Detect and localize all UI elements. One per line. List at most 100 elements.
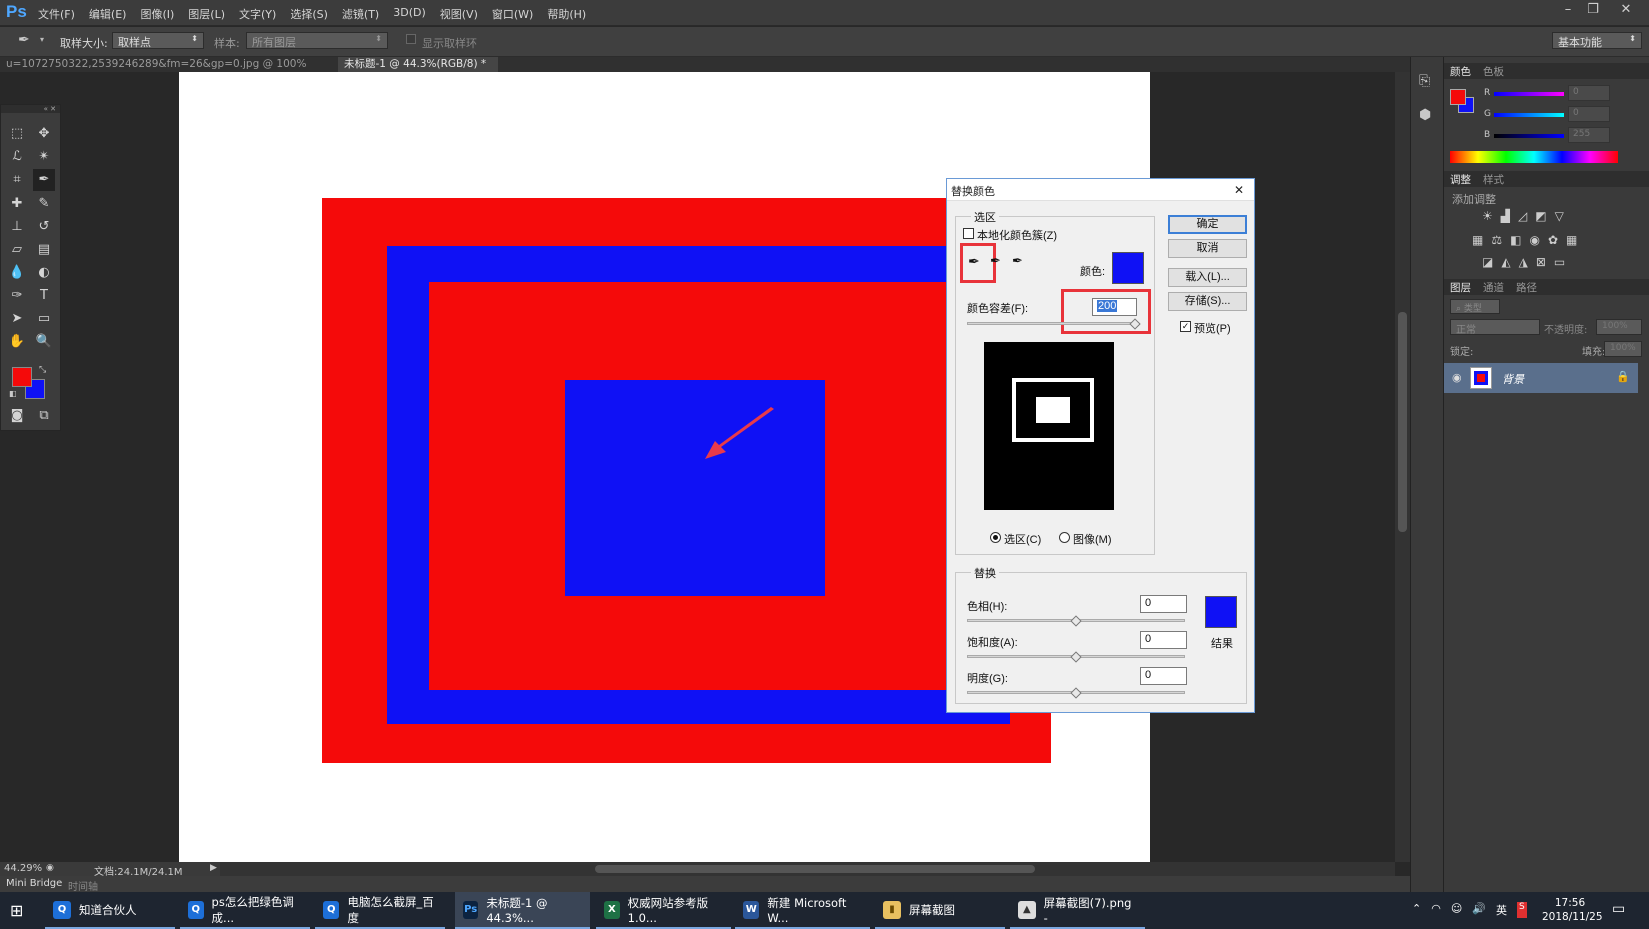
bw-icon[interactable]: ◧ <box>1510 233 1521 247</box>
color-lookup-icon[interactable]: ▦ <box>1566 233 1577 247</box>
crop-tool-icon[interactable]: ⌗ <box>6 169 28 191</box>
blur-tool-icon[interactable]: 💧 <box>6 262 28 284</box>
tab-paths[interactable]: 路径 <box>1516 280 1537 295</box>
vibrance-icon[interactable]: ▽ <box>1555 209 1564 223</box>
restore-icon[interactable]: ❐ <box>1582 2 1604 20</box>
menu-image[interactable]: 图像(I) <box>140 6 174 22</box>
r-input[interactable]: 0 <box>1568 85 1610 101</box>
layer-kind-filter[interactable]: ⌕ 类型 <box>1450 299 1500 314</box>
b-input[interactable]: 255 <box>1568 127 1610 143</box>
preview-checkbox[interactable]: ✓ <box>1180 321 1191 332</box>
history-brush-tool-icon[interactable]: ↺ <box>33 216 55 238</box>
sogou-ime-icon[interactable]: S <box>1517 902 1527 918</box>
tab-channels[interactable]: 通道 <box>1483 280 1504 295</box>
magic-wand-tool-icon[interactable]: ✴ <box>33 146 55 168</box>
swap-colors-icon[interactable]: ⤡ <box>39 365 46 375</box>
menu-3d[interactable]: 3D(D) <box>393 6 426 22</box>
tab-adjustments[interactable]: 调整 <box>1450 172 1471 187</box>
volume-icon[interactable]: 🔊 <box>1472 902 1486 918</box>
sample-select[interactable]: 所有图层 ⬍ <box>246 32 388 49</box>
ok-button[interactable]: 确定 <box>1168 215 1247 234</box>
close-icon[interactable]: ✕ <box>1615 2 1637 20</box>
color-ramp[interactable] <box>1450 151 1618 163</box>
eyedropper-plus-icon[interactable]: ✒ <box>990 253 1001 269</box>
dodge-tool-icon[interactable]: ◐ <box>33 262 55 284</box>
taskbar-item-1[interactable]: Q 知道合伙人 <box>45 892 175 929</box>
vertical-scroll-thumb[interactable] <box>1398 312 1407 532</box>
b-slider[interactable] <box>1494 134 1564 138</box>
lightness-input[interactable]: 0 <box>1140 667 1187 685</box>
history-panel-icon[interactable]: ⎘ <box>1419 73 1430 89</box>
menu-layer[interactable]: 图层(L) <box>188 6 225 22</box>
g-input[interactable]: 0 <box>1568 106 1610 122</box>
menu-view[interactable]: 视图(V) <box>440 6 478 22</box>
hue-sat-icon[interactable]: ▦ <box>1472 233 1483 247</box>
mini-bridge-tab[interactable]: Mini Bridge <box>6 878 62 889</box>
pen-tool-icon[interactable]: ✑ <box>6 285 28 307</box>
tab-layers[interactable]: 图层 <box>1450 280 1471 295</box>
selective-color-icon[interactable]: ⊠ <box>1536 255 1546 269</box>
brush-tool-icon[interactable]: ✎ <box>33 193 55 215</box>
ime-lang[interactable]: 英 <box>1496 902 1507 918</box>
menu-type[interactable]: 文字(Y) <box>239 6 276 22</box>
menu-edit[interactable]: 编辑(E) <box>89 6 127 22</box>
blend-mode-select[interactable]: 正常 <box>1450 319 1540 336</box>
status-icon[interactable]: ◉ <box>46 863 54 873</box>
tab-document-2[interactable]: 未标题-1 @ 44.3%(RGB/8) * × <box>338 57 498 85</box>
eyedropper-minus-icon[interactable]: ✒ <box>1012 253 1023 269</box>
screen-mode-icon[interactable]: ⧉ <box>33 405 55 427</box>
saturation-input[interactable]: 0 <box>1140 631 1187 649</box>
3d-panel-icon[interactable]: ⬢ <box>1419 107 1431 123</box>
foreground-color-swatch[interactable] <box>12 367 32 387</box>
tray-expand-icon[interactable]: ⌃ <box>1412 902 1421 918</box>
clone-stamp-tool-icon[interactable]: ⊥ <box>6 216 28 238</box>
menu-filter[interactable]: 滤镜(T) <box>342 6 379 22</box>
rectangle-tool-icon[interactable]: ▭ <box>33 308 55 330</box>
timeline-tab[interactable]: 时间轴 <box>68 878 98 893</box>
taskbar-item-photoshop[interactable]: Ps 未标题-1 @ 44.3%... <box>455 892 590 929</box>
show-ring-checkbox[interactable] <box>406 34 416 44</box>
color-fg-swatch[interactable] <box>1450 89 1466 105</box>
posterize-icon[interactable]: ◭ <box>1501 255 1510 269</box>
eyedropper-tool-icon[interactable]: ✒ <box>33 169 55 191</box>
minimize-icon[interactable]: – <box>1557 2 1579 20</box>
taskbar-item-image[interactable]: ▲ 屏幕截图(7).png - <box>1010 892 1145 929</box>
r-slider[interactable] <box>1494 92 1564 96</box>
eyedropper-icon[interactable]: ✒ <box>18 32 30 48</box>
hand-tool-icon[interactable]: ✋ <box>6 331 28 353</box>
color-balance-icon[interactable]: ⚖ <box>1491 233 1502 247</box>
status-menu-arrow-icon[interactable]: ▶ <box>210 863 217 873</box>
invert-icon[interactable]: ◪ <box>1482 255 1493 269</box>
gradient-map-icon[interactable]: ▭ <box>1554 255 1565 269</box>
opacity-input[interactable]: 100% <box>1596 319 1642 335</box>
tolerance-slider[interactable] <box>967 322 1137 325</box>
tab-document-1[interactable]: u=1072750322,2539246289&fm=26&gp=0.jpg @… <box>0 57 336 85</box>
gradient-tool-icon[interactable]: ▤ <box>33 239 55 261</box>
tolerance-input[interactable]: 200 <box>1092 298 1137 316</box>
layer-row-background[interactable]: ◉ 背景 🔒 <box>1444 363 1638 393</box>
hue-input[interactable]: 0 <box>1140 595 1187 613</box>
brightness-icon[interactable]: ☀ <box>1482 209 1493 223</box>
taskbar-item-3[interactable]: Q 电脑怎么截屏_百度 <box>315 892 445 929</box>
quick-mask-icon[interactable]: ◙ <box>6 405 28 427</box>
move-tool-icon[interactable]: ✥ <box>33 123 55 145</box>
taskbar-item-folder[interactable]: ▮ 屏幕截图 <box>875 892 1005 929</box>
windows-start-icon[interactable]: ⊞ <box>10 901 23 920</box>
exposure-icon[interactable]: ◩ <box>1535 209 1546 223</box>
sample-size-select[interactable]: 取样点 ⬍ <box>112 32 204 49</box>
taskbar-item-word[interactable]: W 新建 Microsoft W... <box>735 892 870 929</box>
notification-icon[interactable]: ▭ <box>1612 901 1625 917</box>
tab-swatches[interactable]: 色板 <box>1483 64 1504 79</box>
zoom-level[interactable]: 44.29% <box>4 863 42 874</box>
eye-icon[interactable]: ◉ <box>1452 371 1462 384</box>
dialog-close-icon[interactable]: ✕ <box>1234 183 1250 197</box>
curves-icon[interactable]: ◿ <box>1518 209 1527 223</box>
localized-checkbox[interactable] <box>963 228 974 239</box>
menu-file[interactable]: 文件(F) <box>38 6 75 22</box>
eyedropper-icon[interactable]: ✒ <box>968 253 980 270</box>
threshold-icon[interactable]: ◮ <box>1519 255 1528 269</box>
lasso-tool-icon[interactable]: ℒ <box>6 146 28 168</box>
horizontal-scroll-thumb[interactable] <box>595 865 1035 873</box>
healing-brush-tool-icon[interactable]: ✚ <box>6 193 28 215</box>
type-tool-icon[interactable]: T <box>33 285 55 307</box>
